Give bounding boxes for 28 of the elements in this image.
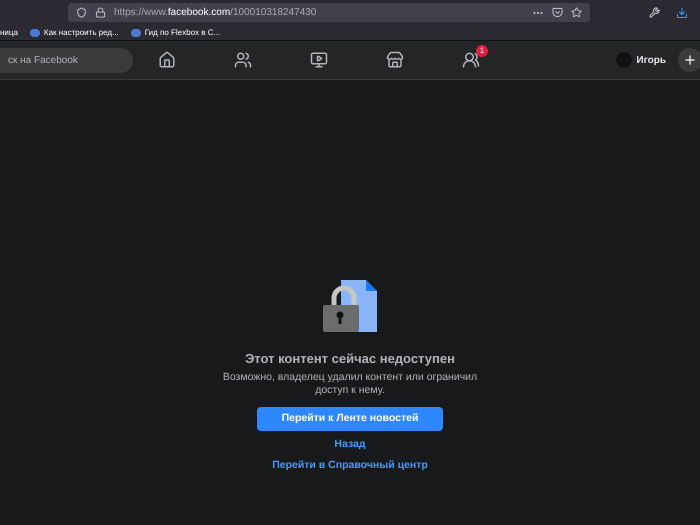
wrench-icon[interactable] <box>649 7 660 18</box>
bookmark-item[interactable]: Как настроить ред... <box>44 26 119 38</box>
url-text: https://www.facebook.com/100010318247430 <box>114 6 316 20</box>
bookmark-item[interactable]: ница <box>0 26 18 38</box>
shield-icon <box>76 7 87 18</box>
profile-name[interactable]: Игорь <box>636 52 666 68</box>
address-bar[interactable]: https://www.facebook.com/100010318247430 <box>68 3 590 22</box>
friends-nav-icon[interactable] <box>234 51 252 69</box>
message-body: Возможно, владелец удалил контент или ограничил доступ к нему. <box>222 370 478 396</box>
create-button[interactable] <box>678 48 700 72</box>
link[interactable]: Перейти в Справочный центр <box>272 458 428 474</box>
message-title: Этот контент сейчас недоступен <box>245 350 455 368</box>
home-nav-icon[interactable] <box>158 51 176 69</box>
locked-document-icon <box>321 278 379 334</box>
lock-icon <box>95 7 106 18</box>
star-icon[interactable] <box>571 7 582 18</box>
marketplace-nav-icon[interactable] <box>386 51 404 69</box>
pocket-icon[interactable] <box>552 7 563 18</box>
link[interactable]: Назад <box>334 436 366 452</box>
groups-nav-icon[interactable] <box>462 51 480 69</box>
bookmark-favicon-icon <box>130 28 141 36</box>
plus-icon <box>683 53 697 67</box>
bookmark-favicon-icon <box>30 28 40 36</box>
watch-nav-icon[interactable] <box>310 51 328 69</box>
bookmark-item[interactable]: Гид по Flexbox в С... <box>144 26 220 38</box>
search-field[interactable]: ск на Facebook <box>0 48 133 72</box>
notification-badge: 1 <box>476 45 488 57</box>
download-icon[interactable] <box>676 6 688 18</box>
